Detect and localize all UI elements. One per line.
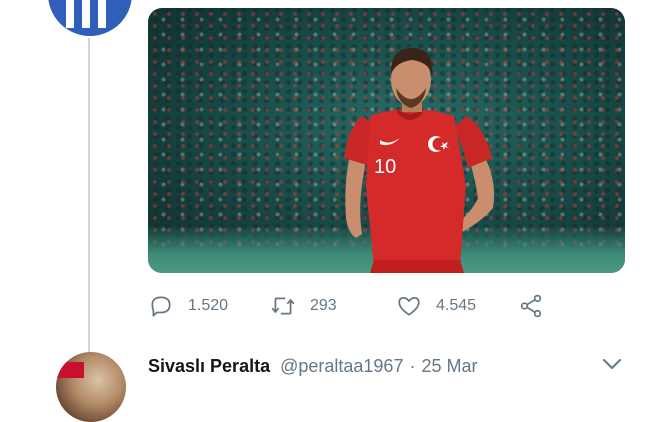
chevron-down-icon[interactable] xyxy=(600,354,624,374)
retweet-button[interactable]: 293 xyxy=(270,288,337,324)
author-avatar[interactable] xyxy=(48,0,132,36)
reply-icon xyxy=(151,296,171,317)
avatar-logo-stripe xyxy=(82,0,90,28)
user-handle[interactable]: @peraltaa1967 xyxy=(280,356,403,377)
share-button[interactable] xyxy=(518,288,558,324)
next-tweet-avatar[interactable] xyxy=(56,352,126,422)
reply-count: 1.520 xyxy=(188,297,229,314)
like-icon xyxy=(398,297,420,316)
retweet-icon xyxy=(271,297,295,315)
jersey-number: 10 xyxy=(374,156,396,178)
player-figure: 10 xyxy=(344,48,495,273)
tweet-photo[interactable]: 10 xyxy=(148,8,625,273)
tweet-date[interactable]: 25 Mar xyxy=(421,356,477,377)
next-tweet-header: Sivaslı Peralta @peraltaa1967 · 25 Mar xyxy=(148,354,478,378)
share-icon xyxy=(520,294,542,318)
thread-line xyxy=(88,38,90,354)
like-button[interactable]: 4.545 xyxy=(396,288,476,324)
avatar-logo-stripe xyxy=(98,0,106,28)
retweet-count: 293 xyxy=(310,297,337,314)
avatar-logo-stripe xyxy=(66,0,74,28)
display-name[interactable]: Sivaslı Peralta xyxy=(148,356,270,377)
separator: · xyxy=(409,355,416,376)
tweet-action-bar: 1.520 293 4.545 xyxy=(148,288,568,324)
avatar-flag-badge xyxy=(56,362,84,378)
like-count: 4.545 xyxy=(436,297,477,314)
reply-button[interactable]: 1.520 xyxy=(148,288,228,324)
